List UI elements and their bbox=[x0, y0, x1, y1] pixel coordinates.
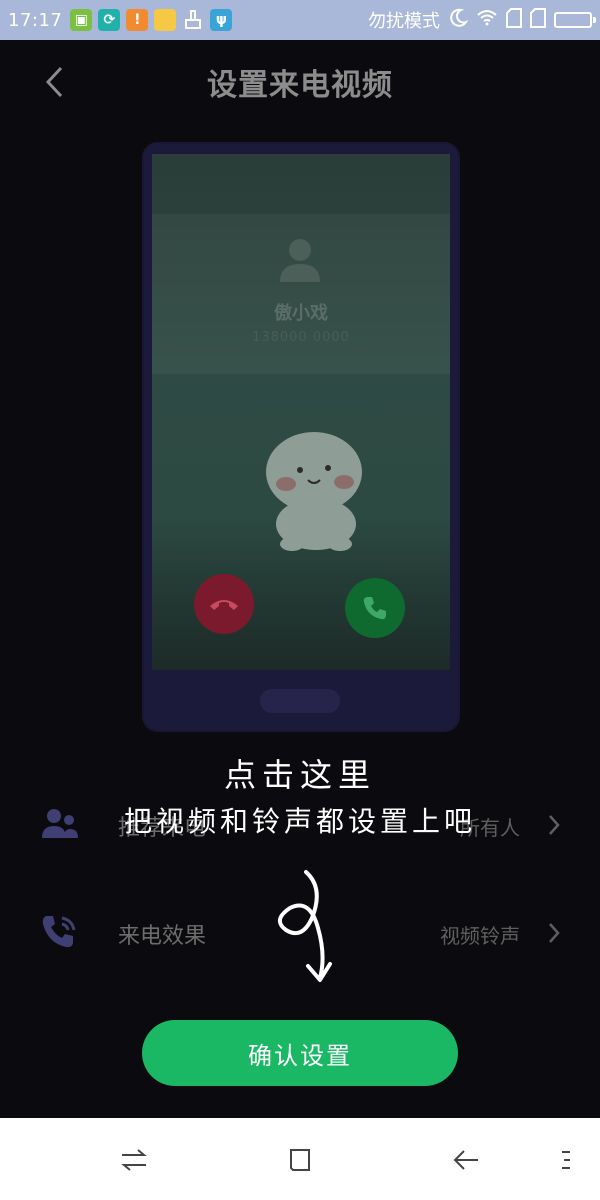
caller-number: 138000 0000 bbox=[252, 330, 350, 345]
sim1-icon bbox=[506, 7, 522, 33]
hangup-icon bbox=[210, 600, 238, 610]
ringing-phone-icon bbox=[42, 916, 76, 948]
moon-icon bbox=[448, 8, 469, 33]
menu-icon[interactable] bbox=[552, 1144, 584, 1176]
decline-call-button bbox=[194, 574, 254, 634]
caller-name: 傲小戏 bbox=[274, 303, 328, 324]
switch-icon[interactable] bbox=[118, 1144, 150, 1176]
cartoon-sticker bbox=[266, 432, 362, 551]
sync-icon: ⟳ bbox=[98, 9, 121, 31]
status-time: 17:17 bbox=[8, 9, 63, 31]
brush-icon bbox=[182, 9, 204, 31]
status-right: 勿扰模式 bbox=[368, 7, 596, 33]
phone-icon bbox=[363, 597, 386, 620]
back-icon[interactable] bbox=[450, 1144, 482, 1176]
header: 设置来电视频 bbox=[0, 40, 600, 124]
usb-icon: ψ bbox=[210, 9, 233, 31]
battery-icon bbox=[554, 12, 596, 28]
row-value-effect: 视频铃声 bbox=[440, 924, 520, 948]
page-title: 设置来电视频 bbox=[207, 68, 393, 103]
guide-hint-title: 点击这里 bbox=[223, 756, 376, 794]
guide-arrow-icon bbox=[278, 870, 332, 982]
row-label-effect: 来电效果 bbox=[118, 924, 207, 949]
folder-icon bbox=[154, 9, 177, 31]
chevron-right-icon bbox=[549, 923, 560, 943]
phone-screen: 傲小戏 138000 0000 bbox=[152, 154, 450, 670]
app-store-icon: ▣ bbox=[70, 9, 93, 31]
sim2-icon bbox=[530, 7, 546, 33]
home-icon[interactable] bbox=[284, 1144, 316, 1176]
accept-call-button bbox=[345, 578, 405, 638]
wifi-icon bbox=[476, 9, 498, 32]
confirm-settings-button[interactable]: 确认设置 bbox=[142, 1020, 458, 1086]
navigation-bar bbox=[0, 1118, 600, 1200]
warning-icon: ! bbox=[126, 9, 149, 31]
guide-hint-subtitle: 把视频和铃声都设置上吧 bbox=[123, 805, 476, 838]
dnd-label: 勿扰模式 bbox=[368, 11, 440, 32]
caller-avatar-icon bbox=[280, 239, 320, 282]
phone-preview: 傲小戏 138000 0000 bbox=[142, 142, 460, 732]
status-bar: 17:17 ▣ ⟳ ! ψ 勿扰模式 bbox=[0, 0, 600, 40]
phone-home-button bbox=[260, 689, 340, 713]
